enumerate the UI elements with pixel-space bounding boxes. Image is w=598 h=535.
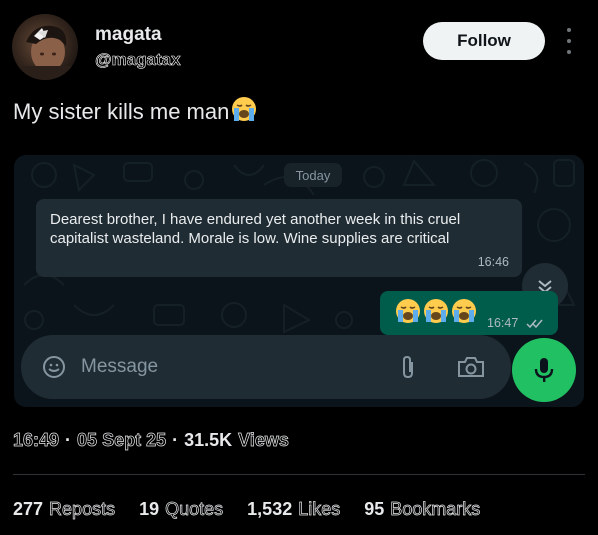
quotes-label: Quotes — [165, 499, 224, 520]
bookmarks-label: Bookmarks — [390, 499, 481, 520]
reposts-label: Reposts — [49, 499, 116, 520]
date-chip: Today — [284, 163, 342, 187]
sticker-icon[interactable] — [42, 355, 66, 379]
views-label: Views — [238, 430, 289, 451]
bookmarks-stat[interactable]: 95 Bookmarks — [364, 499, 480, 520]
outgoing-message-bubble[interactable]: 16:47 — [380, 291, 558, 335]
outgoing-message-time: 16:47 — [487, 316, 519, 330]
message-input-bar[interactable]: Message — [21, 335, 511, 399]
tweet-text-content: My sister kills me man — [13, 99, 230, 124]
incoming-message-time: 16:46 — [477, 255, 509, 269]
likes-label: Likes — [298, 499, 341, 520]
message-input[interactable]: Message — [81, 356, 158, 378]
paperclip-icon[interactable] — [398, 354, 418, 380]
likes-count: 1,532 — [247, 499, 293, 519]
tweet-text: My sister kills me man — [13, 96, 257, 128]
bookmarks-count: 95 — [364, 499, 385, 519]
loudly-crying-face-icon — [424, 299, 448, 323]
loudly-crying-face-icon — [396, 299, 420, 323]
quotes-count: 19 — [139, 499, 160, 519]
follow-button[interactable]: Follow — [423, 22, 545, 60]
reposts-count: 277 — [13, 499, 44, 519]
tweet-meta: 16:49 · 05 Sept 25 · 31.5K Views — [13, 430, 290, 451]
incoming-message-bubble[interactable]: Dearest brother, I have endured yet anot… — [36, 199, 522, 277]
chat-screenshot: Today Dearest brother, I have endured ye… — [14, 155, 584, 407]
read-receipt-icon — [526, 319, 543, 329]
author-handle[interactable]: @magatax — [95, 50, 181, 70]
microphone-button[interactable] — [512, 338, 576, 402]
outgoing-emojis — [395, 298, 477, 324]
more-options-icon[interactable] — [562, 28, 576, 54]
tweet-page: magata @magatax Follow My sister kills m… — [0, 0, 598, 535]
loudly-crying-face-icon — [452, 299, 476, 323]
tweet-time[interactable]: 16:49 — [13, 430, 60, 451]
views-count: 31.5K — [184, 430, 233, 450]
avatar[interactable] — [12, 14, 78, 80]
camera-icon[interactable] — [456, 355, 486, 379]
tweet-date[interactable]: 05 Sept 25 — [77, 430, 167, 451]
loudly-crying-face-icon — [231, 96, 257, 128]
microphone-icon — [534, 358, 554, 382]
divider — [13, 474, 585, 475]
incoming-message-text: Dearest brother, I have endured yet anot… — [50, 211, 461, 247]
quotes-stat[interactable]: 19 Quotes — [139, 499, 223, 520]
author-name[interactable]: magata — [95, 24, 162, 46]
likes-stat[interactable]: 1,532 Likes — [247, 499, 340, 520]
engagement-stats: 277 Reposts 19 Quotes 1,532 Likes 95 Boo… — [13, 499, 481, 520]
reposts-stat[interactable]: 277 Reposts — [13, 499, 115, 520]
